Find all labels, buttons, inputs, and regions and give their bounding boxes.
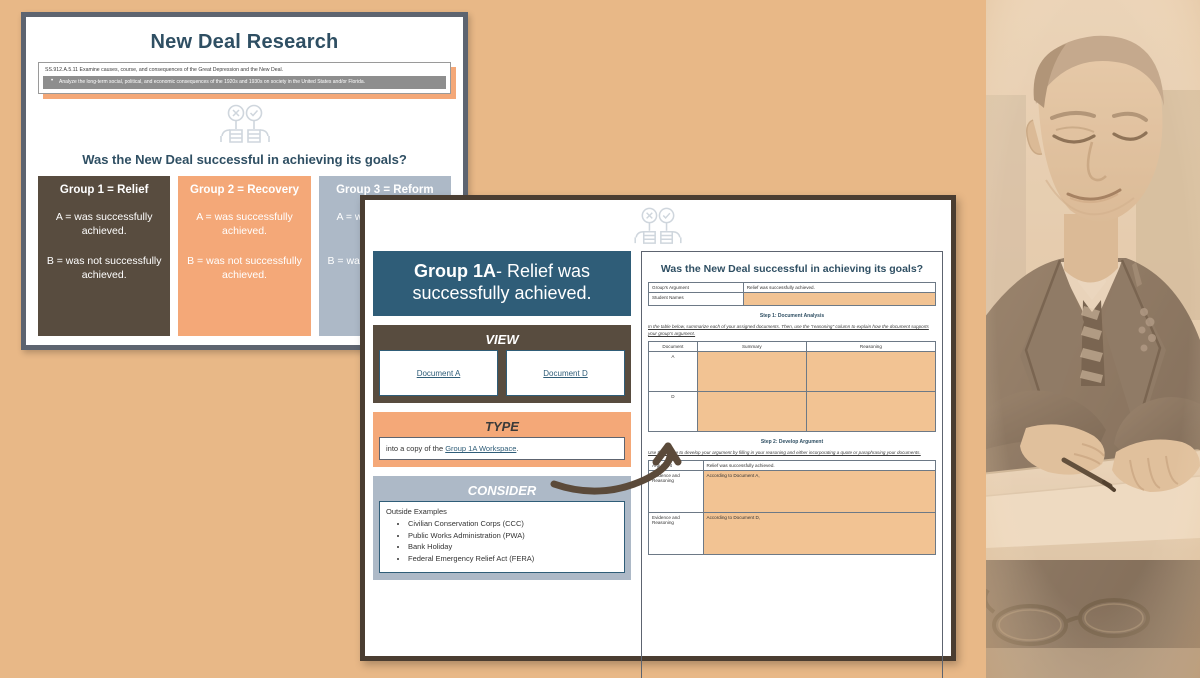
group-1a-workspace-link[interactable]: Group 1A Workspace: [445, 444, 516, 453]
group-title: Group 3 = Reform: [336, 183, 434, 196]
document-row-label: D: [648, 390, 698, 432]
outside-examples-list: Civilian Conservation Corps (CCC) Public…: [408, 518, 618, 565]
worksheet-title: Was the New Deal successful in achieving…: [660, 263, 924, 275]
slide1-question: Was the New Deal successful in achieving…: [82, 151, 407, 167]
slide-group-1a-task[interactable]: Group 1A- Relief was successfully achiev…: [360, 195, 956, 678]
list-item: Public Works Administration (PWA): [408, 530, 618, 542]
view-section: VIEW Document A Document D: [373, 325, 631, 404]
group-column-recovery[interactable]: Group 2 = Recovery A = was successfully …: [178, 175, 311, 336]
student-names-value[interactable]: [742, 292, 937, 306]
table-row: A: [648, 350, 937, 392]
standard-bullet: Analyze the long-term social, political,…: [43, 75, 446, 89]
type-heading: TYPE: [485, 419, 519, 435]
worksheet-header-table: Group's Argument Relief was successfully…: [648, 282, 937, 306]
summary-cell[interactable]: [696, 390, 807, 432]
group-option-a: A = was successfully achieved.: [196, 210, 293, 237]
reasoning-cell[interactable]: [805, 390, 937, 432]
reasoning-cell[interactable]: [805, 350, 937, 392]
group-1a-header-bold: Group 1A: [413, 261, 496, 281]
group-title: Group 1 = Relief: [59, 183, 149, 196]
list-item: Bank Holiday: [408, 541, 618, 553]
type-text-after: .: [516, 444, 519, 454]
evidence-reasoning-value[interactable]: According to Document A,: [702, 469, 937, 513]
standard-code-line: SS.912.A.5.11 Examine causes, course, an…: [45, 67, 284, 73]
group-option-b: B = was not successfully achieved.: [46, 255, 162, 282]
step-1-note-text: In the table below, summarize each of yo…: [648, 324, 929, 336]
standard-callout: SS.912.A.5.11 Examine causes, course, an…: [38, 62, 456, 99]
x-and-check-signs-icon: [26, 104, 463, 144]
argument-value[interactable]: Relief was successfully achieved.: [702, 459, 937, 471]
group-option-b: B = was not successfully achieved.: [187, 255, 302, 282]
document-a-button[interactable]: Document A: [379, 350, 498, 397]
column-header-reasoning: Reasoning: [805, 340, 937, 352]
slide-canvas: New Deal Research SS.912.A.5.11 Examine …: [0, 0, 1200, 678]
slide1-title: New Deal Research: [150, 31, 339, 53]
step-1-note: In the table below, summarize each of yo…: [648, 324, 936, 341]
document-row-label: A: [648, 350, 698, 392]
evidence-reasoning-value[interactable]: According to Document D,: [702, 511, 937, 555]
summary-cell[interactable]: [696, 350, 807, 392]
fdr-signing-photograph: [986, 0, 1200, 678]
group-option-a: A = was successfully achieved.: [55, 210, 153, 237]
document-a-label: Document A: [416, 368, 461, 378]
document-d-button[interactable]: Document D: [506, 350, 625, 397]
groups-argument-label: Group's Argument: [648, 282, 744, 293]
table-header-row: Document Summary Reasoning: [648, 340, 937, 352]
type-text-before: into a copy of the: [386, 444, 446, 454]
step-1-heading: Step 1: Document Analysis: [759, 313, 825, 319]
group-1a-header: Group 1A- Relief was successfully achiev…: [373, 251, 631, 317]
group-title: Group 2 = Recovery: [190, 183, 299, 196]
hand-drawn-curved-arrow: [550, 442, 682, 495]
table-row: Group's Argument Relief was successfully…: [648, 282, 937, 293]
table-row: D: [648, 390, 937, 432]
view-heading: VIEW: [485, 332, 519, 348]
groups-argument-value[interactable]: Relief was successfully achieved.: [742, 282, 937, 293]
document-d-label: Document D: [543, 368, 588, 378]
document-analysis-table: Document Summary Reasoning A D: [648, 340, 937, 432]
table-row: Student Names: [648, 292, 937, 306]
x-and-check-signs-icon: [373, 207, 943, 245]
list-item: Federal Emergency Relief Act (FERA): [408, 553, 618, 565]
column-header-document: Document: [648, 340, 698, 352]
group-column-relief[interactable]: Group 1 = Relief A = was successfully ac…: [38, 175, 171, 336]
column-header-summary: Summary: [696, 340, 807, 352]
student-names-label: Student Names: [648, 292, 744, 306]
